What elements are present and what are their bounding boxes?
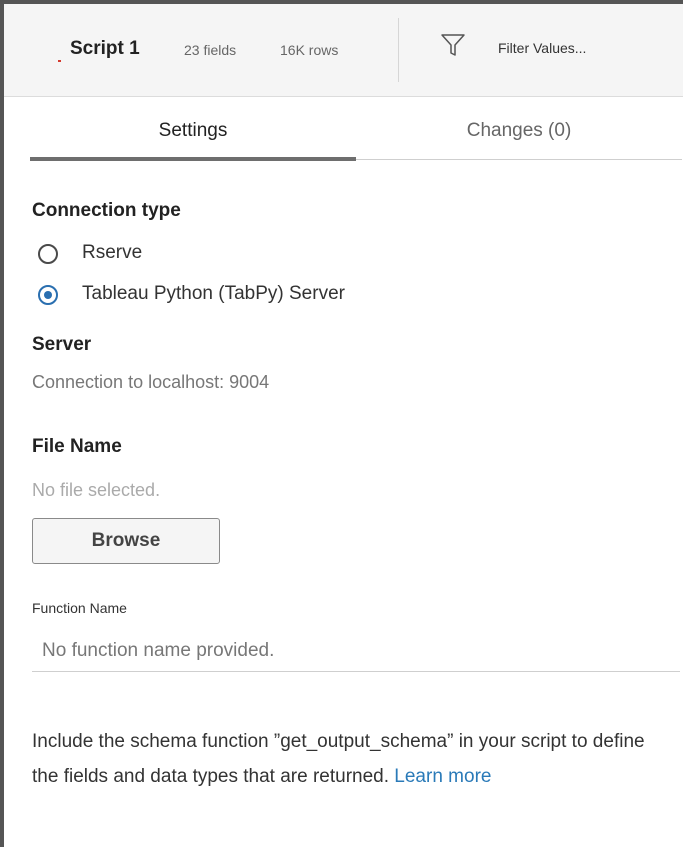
step-color-mark: [58, 60, 61, 62]
active-tab-indicator: [30, 157, 356, 161]
learn-more-link[interactable]: Learn more: [394, 766, 491, 787]
radio-label-tabpy: Tableau Python (TabPy) Server: [82, 283, 345, 304]
function-name-input[interactable]: [32, 630, 680, 672]
filter-values-label: Filter Values...: [498, 40, 587, 56]
schema-info-body: Include the schema function ”get_output_…: [32, 731, 645, 787]
step-header: Script 1 23 fields 16K rows Filter Value…: [4, 4, 683, 97]
radio-button[interactable]: [38, 244, 58, 264]
browse-button[interactable]: Browse: [32, 518, 220, 564]
tab-changes-label: Changes (0): [466, 120, 572, 141]
field-count: 23 fields: [184, 42, 237, 58]
radio-button-selected[interactable]: [38, 285, 58, 305]
filter-values-button[interactable]: Filter Values...: [440, 26, 640, 70]
schema-info-text: Include the schema function ”get_output_…: [32, 724, 672, 794]
tab-changes[interactable]: Changes (0): [356, 96, 682, 162]
file-name-heading: File Name: [32, 436, 122, 457]
settings-tabs: Settings Changes (0): [30, 96, 682, 162]
header-divider: [398, 18, 399, 82]
tab-settings-label: Settings: [158, 120, 228, 141]
radio-label-rserve: Rserve: [82, 242, 143, 263]
file-name-placeholder: No file selected.: [32, 480, 161, 500]
server-connection-text: Connection to localhost: 9004: [32, 372, 270, 392]
connection-type-heading: Connection type: [32, 200, 181, 221]
panel-left-border: [0, 0, 4, 847]
filter-icon: [441, 34, 465, 56]
function-name-label: Function Name: [32, 600, 127, 616]
script-name[interactable]: Script 1: [70, 38, 140, 60]
row-count: 16K rows: [280, 42, 339, 58]
tab-settings[interactable]: Settings: [30, 96, 356, 162]
server-heading: Server: [32, 334, 92, 355]
